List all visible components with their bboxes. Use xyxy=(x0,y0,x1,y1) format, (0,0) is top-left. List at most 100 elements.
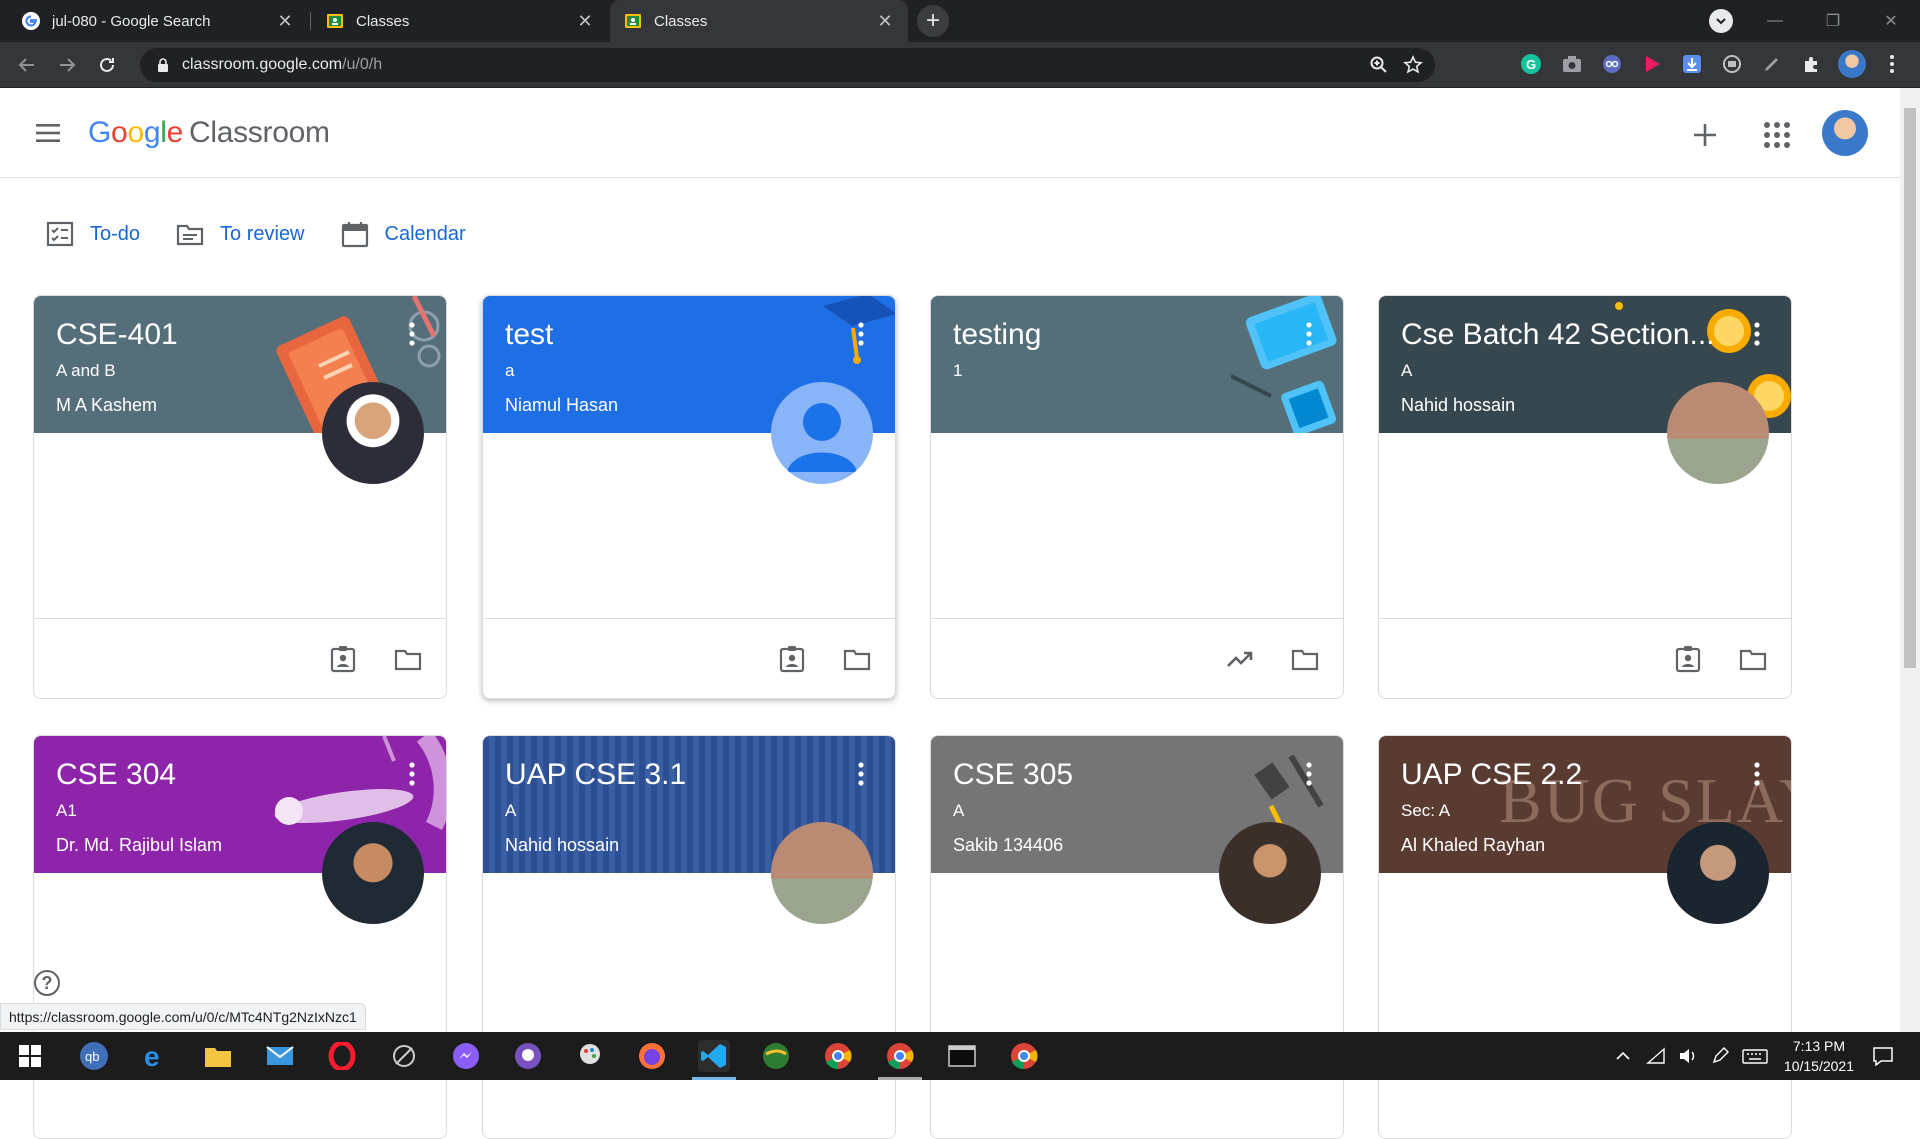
class-name[interactable]: CSE-401 xyxy=(56,318,178,352)
screen-extension-icon[interactable] xyxy=(1720,52,1744,76)
restore-icon[interactable]: ❐ xyxy=(1804,11,1862,31)
vscode-icon[interactable] xyxy=(698,1040,730,1072)
puzzle-extensions-icon[interactable] xyxy=(1800,52,1824,76)
pen-extension-icon[interactable] xyxy=(1760,52,1784,76)
forward-arrow-icon[interactable] xyxy=(52,50,82,80)
paint-app-icon[interactable] xyxy=(574,1040,606,1072)
browser-tab-classes[interactable]: Classes ✕ xyxy=(312,0,608,42)
todo-link[interactable]: To-do xyxy=(46,220,140,248)
star-bookmark-icon[interactable] xyxy=(1403,55,1423,75)
card-footer xyxy=(34,618,446,698)
account-avatar[interactable] xyxy=(1822,110,1868,156)
class-section: A and B xyxy=(56,361,116,380)
zoom-icon[interactable] xyxy=(1369,55,1389,75)
class-name[interactable]: UAP CSE 2.2 xyxy=(1401,758,1582,792)
class-name[interactable]: testing xyxy=(953,318,1041,352)
volume-icon[interactable] xyxy=(1678,1047,1698,1065)
teacher-avatar xyxy=(322,822,424,924)
class-section: 1 xyxy=(953,361,963,380)
qb-app-icon[interactable]: qb xyxy=(78,1040,110,1072)
browser-tab-classes-active[interactable]: Classes ✕ xyxy=(610,0,908,42)
teacher-avatar xyxy=(771,822,873,924)
class-name[interactable]: test xyxy=(505,318,553,352)
camera-extension-icon[interactable] xyxy=(1560,52,1584,76)
close-icon[interactable]: ✕ xyxy=(876,11,894,32)
devices-illustration-icon xyxy=(1231,296,1337,433)
pen-workspace-icon[interactable] xyxy=(1710,1046,1730,1066)
terminal-icon[interactable] xyxy=(946,1040,978,1072)
wifi-icon[interactable] xyxy=(1646,1047,1666,1065)
spotify-like-icon[interactable] xyxy=(760,1040,792,1072)
notification-center-icon[interactable] xyxy=(1872,1046,1894,1066)
file-explorer-icon[interactable] xyxy=(202,1040,234,1072)
taskbar-clock[interactable]: 7:13 PM 10/15/2021 xyxy=(1784,1036,1854,1076)
assignment-ind-icon[interactable] xyxy=(778,645,806,673)
add-class-plus-icon[interactable] xyxy=(1688,118,1722,152)
firefox-icon[interactable] xyxy=(636,1040,668,1072)
tab-search-icon[interactable] xyxy=(1709,9,1733,33)
reload-icon[interactable] xyxy=(92,50,122,80)
profile-avatar[interactable] xyxy=(1838,50,1866,78)
browser-tab-google-search[interactable]: jul-080 - Google Search ✕ xyxy=(8,0,308,42)
google-apps-grid-icon[interactable] xyxy=(1762,120,1792,150)
more-vert-icon[interactable] xyxy=(1753,762,1761,786)
satellite-app-icon[interactable] xyxy=(388,1040,420,1072)
class-banner[interactable]: testing 1 xyxy=(931,296,1343,433)
close-icon[interactable]: ✕ xyxy=(576,11,594,32)
minimize-icon[interactable]: — xyxy=(1746,12,1804,30)
class-name[interactable]: UAP CSE 3.1 xyxy=(505,758,686,792)
scrollbar-thumb[interactable] xyxy=(1904,108,1916,668)
more-vert-icon[interactable] xyxy=(1753,322,1761,346)
folder-icon[interactable] xyxy=(1739,645,1767,673)
keyboard-icon[interactable] xyxy=(1742,1047,1768,1065)
more-vert-icon[interactable] xyxy=(857,762,865,786)
chrome-profile-icon[interactable] xyxy=(884,1040,916,1072)
card-footer xyxy=(1379,618,1791,698)
chrome-icon[interactable] xyxy=(822,1040,854,1072)
help-icon[interactable]: ? xyxy=(34,970,60,996)
teacher-avatar xyxy=(322,382,424,484)
address-bar[interactable]: classroom.google.com/u/0/h xyxy=(140,48,1435,82)
grammarly-extension-icon[interactable]: G xyxy=(1519,52,1543,76)
class-card[interactable]: Cse Batch 42 Section... A Nahid hossain xyxy=(1378,295,1792,699)
assignment-ind-icon[interactable] xyxy=(1674,645,1702,673)
more-vert-icon[interactable] xyxy=(408,322,416,346)
more-vert-icon[interactable] xyxy=(1305,322,1313,346)
class-name[interactable]: CSE 305 xyxy=(953,758,1073,792)
windows-start-icon[interactable] xyxy=(14,1040,46,1072)
more-vert-icon[interactable] xyxy=(408,762,416,786)
class-name[interactable]: CSE 304 xyxy=(56,758,176,792)
edge-legacy-icon[interactable]: e xyxy=(140,1040,172,1072)
folder-icon[interactable] xyxy=(1291,645,1319,673)
opera-icon[interactable] xyxy=(326,1040,358,1072)
more-vert-icon[interactable] xyxy=(857,322,865,346)
chevron-up-icon[interactable] xyxy=(1614,1047,1632,1065)
class-card[interactable]: CSE-401 A and B M A Kashem xyxy=(33,295,447,699)
assignment-ind-icon[interactable] xyxy=(329,645,357,673)
folder-icon[interactable] xyxy=(843,645,871,673)
play-extension-icon[interactable] xyxy=(1640,52,1664,76)
more-vert-icon[interactable] xyxy=(1305,762,1313,786)
page-scrollbar[interactable] xyxy=(1900,88,1920,1032)
messenger-icon[interactable] xyxy=(450,1040,482,1072)
mail-icon[interactable] xyxy=(264,1040,296,1072)
chrome-alt-profile-icon[interactable] xyxy=(1008,1040,1040,1072)
close-icon[interactable]: ✕ xyxy=(276,11,294,32)
new-tab-button[interactable]: + xyxy=(917,5,949,37)
to-review-link[interactable]: To review xyxy=(176,220,305,248)
class-name[interactable]: Cse Batch 42 Section... xyxy=(1401,318,1715,352)
trending-up-icon[interactable] xyxy=(1226,645,1254,673)
more-vert-icon[interactable] xyxy=(1880,52,1904,76)
class-card[interactable]: test a Niamul Hasan xyxy=(482,295,896,699)
calendar-link[interactable]: Calendar xyxy=(341,220,466,248)
github-desktop-icon[interactable] xyxy=(512,1040,544,1072)
calendar-icon xyxy=(341,222,368,248)
menu-icon[interactable] xyxy=(34,119,64,147)
back-arrow-icon[interactable] xyxy=(12,50,42,80)
folder-icon[interactable] xyxy=(394,645,422,673)
close-window-icon[interactable]: ✕ xyxy=(1862,11,1920,31)
download-extension-icon[interactable] xyxy=(1680,52,1704,76)
class-card[interactable]: testing 1 xyxy=(930,295,1344,699)
google-classroom-logo[interactable]: Google Classroom xyxy=(88,116,330,150)
glasses-extension-icon[interactable] xyxy=(1600,52,1624,76)
